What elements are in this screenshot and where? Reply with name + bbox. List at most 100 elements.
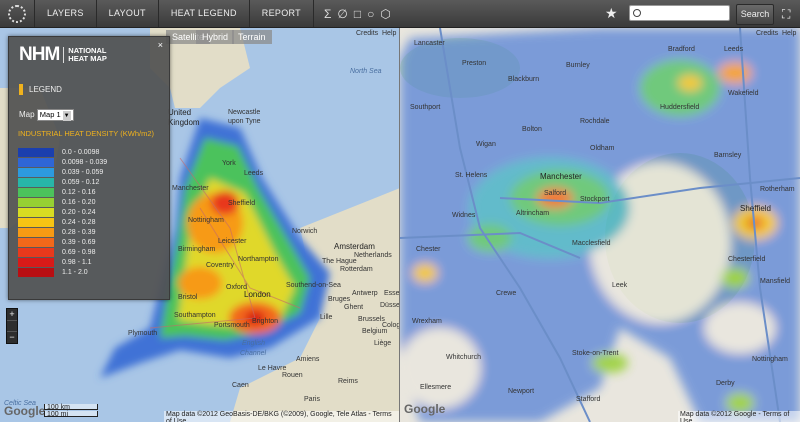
right-map-label: Sheffield — [740, 204, 771, 213]
right-map-label: Wigan — [476, 141, 496, 148]
legend-range-label: 1.1 - 2.0 — [62, 268, 88, 276]
left-map-label: Netherlands — [354, 252, 392, 259]
left-map-label: Plymouth — [128, 330, 158, 337]
left-map-label: Caen — [232, 382, 249, 389]
right-map-label: Blackburn — [508, 76, 540, 83]
left-map-label: Northampton — [238, 256, 279, 263]
map-select-dropdown[interactable]: Map 1 ▼ — [36, 109, 74, 121]
right-credits-link[interactable]: Credits — [756, 30, 778, 37]
clear-tool-icon[interactable]: ∅ — [337, 7, 347, 21]
search-button[interactable]: Search — [736, 4, 774, 25]
right-map-label: St. Helens — [455, 172, 488, 179]
right-map-label: Widnes — [452, 212, 476, 219]
left-map-label: Norwich — [292, 228, 318, 235]
right-map-label: Rochdale — [580, 118, 610, 125]
menu-layers[interactable]: LAYERS — [35, 0, 97, 27]
left-map-label: Liège — [374, 340, 392, 347]
circle-tool-icon[interactable]: ○ — [367, 7, 374, 21]
legend-color-swatch — [18, 167, 54, 177]
legend-range-label: 0.0098 - 0.039 — [62, 158, 108, 166]
left-map-label: Amsterdam — [334, 242, 375, 251]
left-map-label: Portsmouth — [214, 322, 250, 329]
legend-color-swatch — [18, 197, 54, 207]
left-map-label: English — [242, 340, 265, 347]
credits-link[interactable]: Credits — [356, 30, 378, 37]
left-map-label: York — [222, 160, 236, 167]
left-map-label: Birmingham — [178, 246, 216, 253]
app-logo-button[interactable] — [0, 0, 35, 27]
right-map-label: Chesterfield — [728, 256, 766, 263]
map-copyright: Map data ©2012 GeoBasis-DE/BKG (©2009), … — [164, 411, 400, 422]
rectangle-tool-icon[interactable]: □ — [354, 7, 361, 21]
left-map-label: Lille — [320, 314, 333, 321]
maptype-hybrid-button[interactable]: Hybrid — [196, 30, 235, 44]
google-logo[interactable]: Google — [4, 404, 45, 418]
scale-mi: 100 mi — [44, 411, 98, 418]
left-map-label: The Hague — [322, 258, 357, 265]
menu-report[interactable]: REPORT — [250, 0, 314, 27]
sum-tool-icon[interactable]: Σ — [324, 7, 331, 21]
legend-swatch-row: 0.059 - 0.12 — [18, 177, 107, 187]
right-map-label: Southport — [410, 104, 441, 111]
legend-range-label: 0.98 - 1.1 — [62, 258, 92, 266]
zoom-out-button[interactable]: − — [7, 332, 17, 343]
legend-swatch-row: 0.12 - 0.16 — [18, 187, 107, 197]
legend-color-swatch — [18, 247, 54, 257]
legend-range-label: 0.0 - 0.0098 — [62, 148, 100, 156]
help-link[interactable]: Help — [382, 30, 396, 37]
zoom-slider[interactable] — [7, 320, 17, 332]
left-map-label: Leicester — [218, 238, 247, 245]
right-map-label: Altrincham — [516, 210, 550, 217]
left-map-label: Leeds — [244, 170, 264, 177]
favorite-star-icon[interactable]: ★ — [605, 5, 618, 22]
legend-swatch-row: 0.16 - 0.20 — [18, 197, 107, 207]
fullscreen-icon[interactable]: ⛶ — [782, 7, 790, 22]
map-select-value: Map 1 — [39, 110, 61, 119]
search-input[interactable] — [629, 5, 730, 21]
right-map-label: Huddersfield — [660, 104, 700, 111]
left-map-label: London — [244, 290, 271, 299]
left-map-label: Nottingham — [188, 217, 224, 224]
nhm-logo: NHM NATIONAL HEAT MAP — [19, 44, 107, 66]
right-help-link[interactable]: Help — [782, 30, 796, 37]
left-map-label: United — [168, 108, 192, 117]
close-icon[interactable]: × — [158, 40, 163, 50]
right-map-label: Preston — [462, 60, 487, 67]
zoom-control[interactable]: + − — [6, 308, 18, 344]
legend-swatch-row: 1.1 - 2.0 — [18, 267, 107, 277]
legend-range-label: 0.69 - 0.98 — [62, 248, 96, 256]
left-map-label: Southampton — [174, 312, 216, 319]
right-map-label: Leek — [612, 282, 628, 289]
map-select-label: Map — [19, 110, 35, 119]
right-google-logo[interactable]: Google — [404, 402, 445, 416]
legend-range-label: 0.16 - 0.20 — [62, 198, 96, 206]
legend-swatch-row: 0.39 - 0.69 — [18, 237, 107, 247]
polygon-tool-icon[interactable]: ⬡ — [380, 7, 390, 21]
right-map-canvas — [400, 28, 800, 422]
right-map-panel[interactable]: Credits Help Google Map data ©2012 Googl… — [400, 28, 800, 422]
legend-swatch-row: 0.98 - 1.1 — [18, 257, 107, 267]
legend-color-swatch — [18, 177, 54, 187]
left-map-label: upon Tyne — [228, 118, 261, 125]
legend-color-swatch — [18, 187, 54, 197]
legend-range-label: 0.039 - 0.059 — [62, 168, 104, 176]
left-map-label: Belgium — [362, 328, 388, 335]
right-map-label: Lancaster — [414, 40, 445, 47]
map-selector: Map Map 1 ▼ — [19, 109, 74, 121]
menu-layout[interactable]: LAYOUT — [97, 0, 159, 27]
search-icon — [633, 9, 641, 17]
right-map-label: Stafford — [576, 396, 601, 403]
right-map-label: Oldham — [590, 145, 615, 152]
right-map-label: Barnsley — [714, 152, 742, 159]
left-map-label: Newcastle — [228, 109, 261, 116]
right-map-copyright: Map data ©2012 Google - Terms of Use — [678, 411, 800, 422]
nhm-name-line2: HEAT MAP — [68, 54, 107, 63]
zoom-in-button[interactable]: + — [7, 309, 17, 320]
menu-heat-legend[interactable]: HEAT LEGEND — [159, 0, 250, 27]
legend-swatch-row: 0.69 - 0.98 — [18, 247, 107, 257]
legend-panel[interactable]: × NHM NATIONAL HEAT MAP LEGEND Map Map 1… — [8, 36, 170, 300]
right-map-label: Bradford — [668, 46, 695, 53]
left-map-label: Antwerp — [352, 290, 378, 297]
left-map-label: Düsseldorf — [380, 302, 400, 309]
maptype-terrain-button[interactable]: Terrain — [232, 30, 272, 44]
